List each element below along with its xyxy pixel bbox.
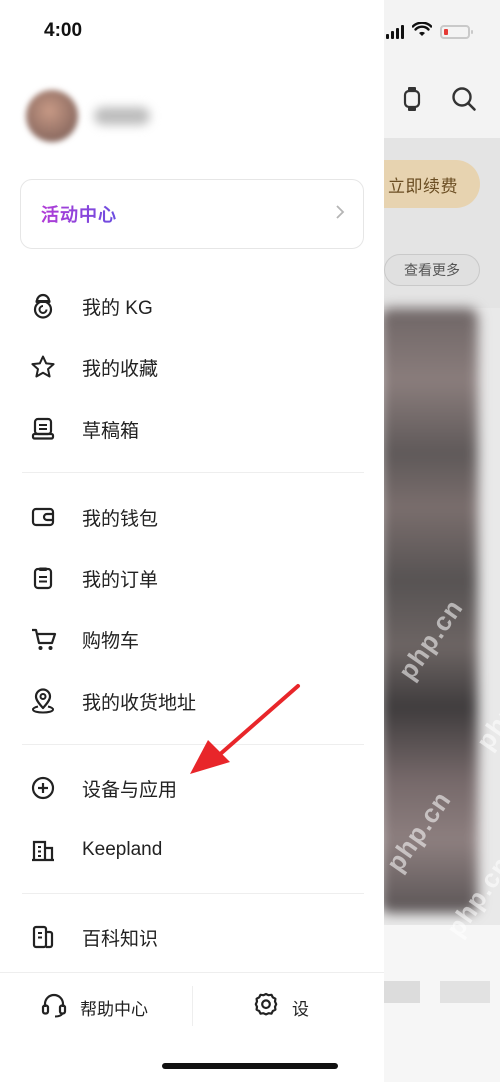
star-icon [30, 351, 62, 383]
cart-icon [30, 623, 62, 655]
clipboard-icon [30, 562, 62, 594]
battery-icon [440, 25, 473, 39]
menu-item-label: 设备与应用 [82, 779, 178, 801]
menu-item-keepland[interactable]: Keepland [30, 830, 360, 870]
menu-item-label: 我的收货地址 [82, 692, 197, 714]
search-icon[interactable] [449, 84, 479, 114]
bottom-bar-divider [0, 972, 384, 973]
pixel-block [440, 981, 490, 1003]
menu-item-shopping-cart[interactable]: 购物车 [30, 619, 360, 659]
building-icon [30, 834, 62, 866]
menu-item-label: Keepland [82, 839, 163, 860]
draft-box-icon [30, 413, 62, 445]
menu-item-label: 我的订单 [82, 569, 159, 591]
settings-button[interactable]: 设 [252, 990, 309, 1024]
avatar[interactable] [26, 90, 78, 142]
help-center-label: 帮助中心 [80, 999, 148, 1019]
encyclopedia-icon [30, 921, 62, 953]
menu-item-drafts[interactable]: 草稿箱 [30, 409, 360, 449]
annotation-arrow-icon [190, 684, 300, 774]
menu-item-label: 我的 KG [82, 297, 153, 319]
activity-center-label: 活动中心 [41, 201, 117, 227]
help-center-button[interactable]: 帮助中心 [40, 990, 148, 1024]
menu-item-label: 草稿箱 [82, 420, 140, 442]
location-pin-icon [30, 685, 62, 717]
menu-item-label: 百科知识 [82, 928, 159, 950]
menu-item-encyclopedia[interactable]: 百科知识 [30, 917, 360, 957]
side-drawer: 4:00 活动中心 我的 KG 我的收藏 草稿箱 我的钱包 我的订单 购物车 我… [0, 0, 384, 1082]
username[interactable] [94, 107, 150, 125]
activity-center-card[interactable]: 活动中心 [20, 179, 364, 249]
headset-icon [40, 991, 68, 1024]
wallet-icon [30, 501, 62, 533]
status-bar-indicators [386, 20, 486, 44]
menu-item-label: 我的收藏 [82, 358, 159, 380]
chevron-right-icon [335, 204, 345, 225]
settings-label: 设 [292, 999, 309, 1019]
wifi-icon [411, 21, 433, 43]
home-indicator [162, 1063, 338, 1069]
status-time: 4:00 [44, 20, 83, 41]
kettlebell-icon [30, 290, 62, 322]
plus-circle-icon [30, 772, 62, 804]
menu-divider [22, 472, 364, 473]
watch-icon[interactable] [397, 84, 427, 114]
cellular-signal-icon [386, 25, 404, 39]
see-more-button[interactable]: 查看更多 [384, 254, 480, 286]
menu-item-my-kg[interactable]: 我的 KG [30, 286, 360, 326]
gear-icon [252, 991, 280, 1024]
bottom-bar-separator [192, 986, 193, 1026]
menu-item-label: 购物车 [82, 630, 140, 652]
menu-item-my-orders[interactable]: 我的订单 [30, 558, 360, 598]
menu-item-my-favorites[interactable]: 我的收藏 [30, 347, 360, 387]
menu-item-my-wallet[interactable]: 我的钱包 [30, 497, 360, 537]
menu-divider [22, 893, 364, 894]
menu-item-label: 我的钱包 [82, 508, 159, 530]
